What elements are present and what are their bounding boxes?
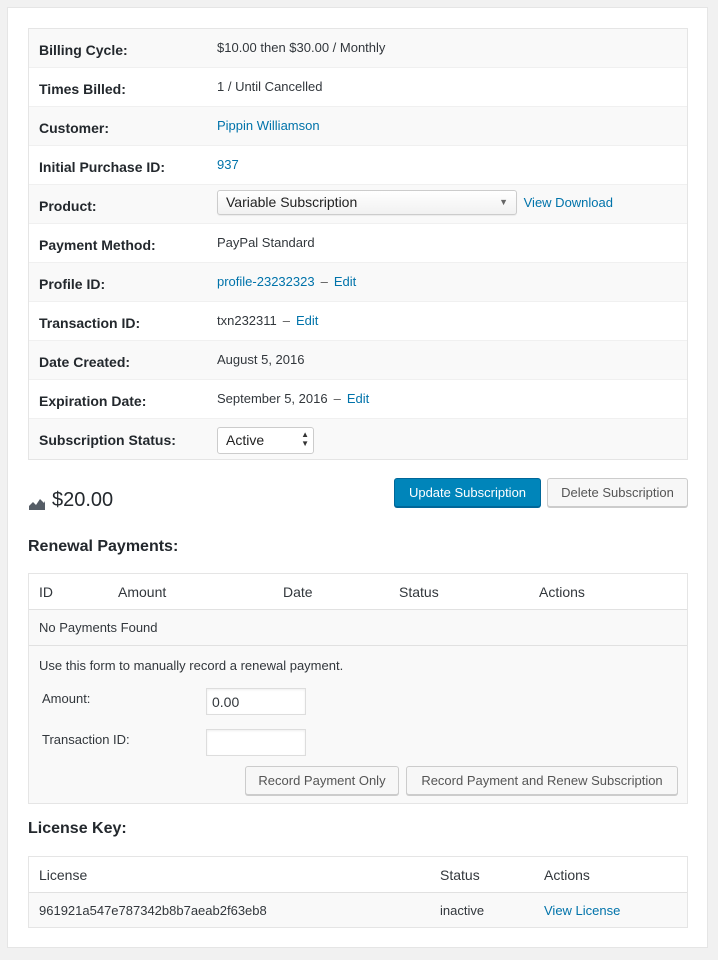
col-license-actions: Actions: [544, 867, 590, 883]
initial-purchase-link[interactable]: 937: [217, 157, 239, 172]
row-payment-method: Payment Method: PayPal Standard: [29, 224, 687, 263]
dropdown-arrow-icon: ▼: [499, 197, 508, 207]
edit-expiration-link[interactable]: Edit: [347, 391, 369, 406]
expiration-date-value: September 5, 2016: [217, 391, 328, 406]
view-license-link[interactable]: View License: [544, 903, 620, 918]
status-selected-value: Active: [226, 432, 265, 448]
transaction-id-label: Transaction ID:: [39, 315, 141, 331]
separator: –: [333, 391, 341, 406]
chart-area-icon: [29, 499, 45, 510]
col-date: Date: [283, 584, 313, 600]
col-amount: Amount: [118, 584, 167, 600]
product-label: Product:: [39, 198, 97, 214]
product-selected-value: Variable Subscription: [226, 194, 358, 210]
record-payment-hint: Use this form to manually record a renew…: [39, 658, 344, 673]
row-product: Product: Variable Subscription ▼ View Do…: [29, 185, 687, 224]
row-transaction-id: Transaction ID: txn232311– Edit: [29, 302, 687, 341]
transaction-id-value: txn232311: [217, 313, 277, 328]
customer-label: Customer:: [39, 120, 110, 136]
record-payment-only-button[interactable]: Record Payment Only: [245, 766, 399, 795]
row-times-billed: Times Billed: 1 / Until Cancelled: [29, 68, 687, 107]
expiration-date-label: Expiration Date:: [39, 393, 147, 409]
row-date-created: Date Created: August 5, 2016: [29, 341, 687, 380]
renewal-table-header: ID Amount Date Status Actions: [29, 574, 687, 610]
amount-input[interactable]: 0.00: [206, 688, 306, 715]
transaction-id-input[interactable]: [206, 729, 306, 756]
stepper-icon: ▲ ▼: [301, 430, 309, 448]
view-download-link[interactable]: View Download: [524, 195, 613, 210]
customer-link[interactable]: Pippin Williamson: [217, 118, 320, 133]
date-created-label: Date Created:: [39, 354, 131, 370]
separator: –: [320, 274, 328, 289]
amount-label: Amount:: [42, 691, 91, 706]
product-select[interactable]: Variable Subscription ▼: [217, 190, 517, 215]
row-billing-cycle: Billing Cycle: $10.00 then $30.00 / Mont…: [29, 29, 687, 68]
renewal-payments-title: Renewal Payments:: [28, 538, 179, 555]
transaction-id-field-label: Transaction ID:: [42, 732, 130, 747]
separator: –: [282, 313, 290, 328]
row-expiration-date: Expiration Date: September 5, 2016– Edit: [29, 380, 687, 419]
edit-profile-id-link[interactable]: Edit: [334, 274, 356, 289]
date-created-value: August 5, 2016: [217, 352, 305, 367]
subscription-details-table: Billing Cycle: $10.00 then $30.00 / Mont…: [28, 28, 688, 460]
profile-id-link[interactable]: profile-23232323: [217, 274, 315, 289]
payment-method-value: PayPal Standard: [217, 235, 315, 250]
no-payments-message: No Payments Found: [29, 610, 687, 646]
license-table-header: License Status Actions: [29, 857, 687, 893]
license-status-value: inactive: [440, 903, 485, 918]
col-id: ID: [39, 584, 53, 600]
initial-purchase-label: Initial Purchase ID:: [39, 159, 166, 175]
col-status: Status: [399, 584, 439, 600]
license-key-value: 961921a547e787342b8b7aeab2f63eb8: [39, 903, 267, 918]
row-profile-id: Profile ID: profile-23232323– Edit: [29, 263, 687, 302]
col-license: License: [39, 867, 88, 883]
row-customer: Customer: Pippin Williamson: [29, 107, 687, 146]
row-initial-purchase: Initial Purchase ID: 937: [29, 146, 687, 185]
payment-method-label: Payment Method:: [39, 237, 156, 253]
subscription-price: $20.00: [52, 489, 114, 511]
profile-id-label: Profile ID:: [39, 276, 106, 292]
license-table: License Status Actions 961921a547e787342…: [28, 856, 688, 928]
row-subscription-status: Subscription Status: Active ▲ ▼: [29, 419, 687, 459]
billing-cycle-label: Billing Cycle:: [39, 42, 128, 58]
status-select[interactable]: Active ▲ ▼: [217, 427, 314, 454]
record-payment-form: Use this form to manually record a renew…: [29, 646, 687, 803]
col-actions: Actions: [539, 584, 585, 600]
times-billed-value: 1 / Until Cancelled: [217, 79, 323, 94]
update-subscription-button[interactable]: Update Subscription: [394, 478, 541, 507]
record-and-renew-button[interactable]: Record Payment and Renew Subscription: [406, 766, 678, 795]
times-billed-label: Times Billed:: [39, 81, 126, 97]
delete-subscription-button[interactable]: Delete Subscription: [547, 478, 688, 507]
subscription-panel: Billing Cycle: $10.00 then $30.00 / Mont…: [7, 7, 708, 948]
billing-cycle-value: $10.00 then $30.00 / Monthly: [217, 40, 386, 55]
col-license-status: Status: [440, 867, 480, 883]
edit-transaction-id-link[interactable]: Edit: [296, 313, 318, 328]
subscription-status-label: Subscription Status:: [39, 432, 176, 448]
table-row: 961921a547e787342b8b7aeab2f63eb8 inactiv…: [29, 893, 687, 927]
renewal-payments-table: ID Amount Date Status Actions No Payment…: [28, 573, 688, 804]
license-key-title: License Key:: [28, 820, 127, 837]
